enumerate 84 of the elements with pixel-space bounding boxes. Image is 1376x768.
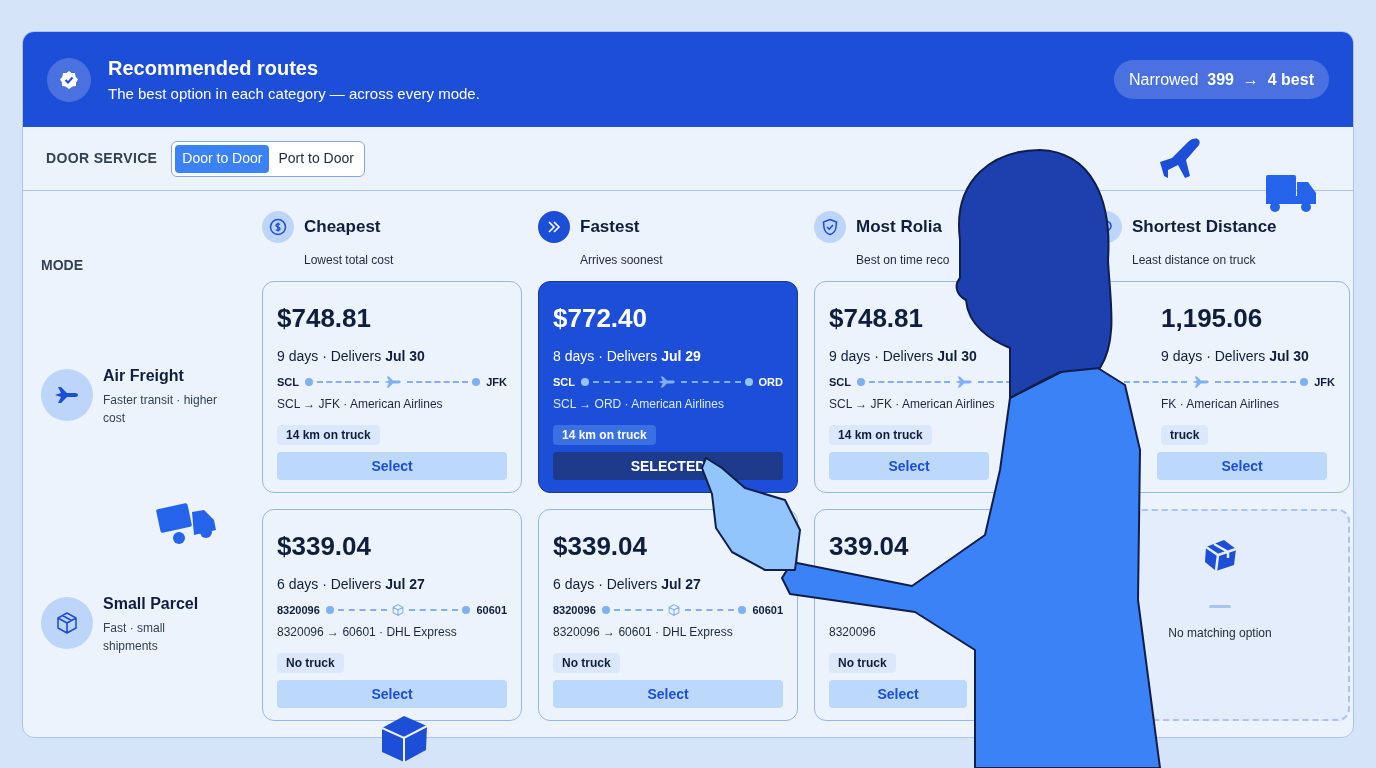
price: 1,195.06 [1161, 302, 1263, 334]
mode-description: Faster transit · higher cost [103, 391, 219, 427]
delivery-schedule: 9 days · Delivers Jul 30 [277, 347, 425, 366]
truck-icon [1266, 175, 1316, 212]
route-line [680, 381, 741, 383]
truck-distance-tag: 14 km on truck [829, 425, 932, 445]
route-line [406, 381, 469, 383]
double-chevron-icon [538, 211, 570, 243]
route-line [685, 609, 735, 611]
route-line [317, 381, 379, 383]
origin-code: 8320096 [277, 602, 320, 618]
destination-code: JFK [1314, 374, 1335, 390]
origin-code: SCL [277, 374, 299, 390]
route-summary: SCL → ORD · American Airlines [553, 396, 724, 413]
truck-distance-tag: 14 km on truck [553, 425, 656, 445]
route-summary: 8320096 [829, 624, 876, 641]
route-summary: SCL → JFK · American Airlines [829, 396, 995, 413]
delivery-schedule: 6 days · Delivers Jul 27 [553, 575, 701, 594]
truck-distance-tag: No truck [553, 653, 620, 673]
category-subtitle: Lowest total cost [304, 252, 394, 269]
delivery-schedule: 9 days · Delivers Jul 30 [829, 347, 977, 366]
delivery-schedule: 8 days · Delivers Jul 29 [553, 347, 701, 366]
route-summary: 8320096 → 60601 · DHL Express [553, 624, 733, 641]
origin-code: SCL [553, 374, 575, 390]
box-icon [391, 603, 406, 617]
price: $772.40 [553, 302, 647, 334]
select-button[interactable]: Select [1157, 452, 1327, 480]
destination-code: JFK [486, 374, 507, 390]
price: $339.04 [277, 530, 371, 562]
category-title: Shortest Distance [1132, 216, 1277, 239]
route-summary: 8320096 → 60601 · DHL Express [277, 624, 457, 641]
category-subtitle: Least distance on truck [1132, 252, 1256, 269]
price: 339.04 [829, 530, 909, 562]
plane-icon [1160, 138, 1200, 178]
box-icon [667, 603, 682, 617]
parcel-box-icon [41, 597, 93, 649]
delivery-schedule: 6 days · Delivers Jul 27 [277, 575, 425, 594]
truck-distance-tag: 14 km on truck [277, 425, 380, 445]
truck-icon [155, 502, 216, 544]
route-line [593, 381, 653, 383]
price: $339.04 [553, 530, 647, 562]
select-button[interactable]: Select [829, 680, 967, 708]
route-line [409, 609, 459, 611]
shield-check-icon [814, 211, 846, 243]
delivery-schedule: 9 days · Delivers Jul 30 [1161, 347, 1309, 366]
select-button[interactable]: Select [553, 680, 783, 708]
select-button[interactable]: Select [277, 452, 507, 480]
selected-button[interactable]: SELECTED [553, 452, 783, 480]
filter-label: DOOR SERVICE [46, 149, 158, 168]
header-title: Recommended routes [108, 55, 320, 80]
route-summary: SCL → JFK · American Airlines [277, 396, 443, 413]
filter-tab[interactable]: Port to Door [271, 144, 361, 173]
origin-code: SCL [829, 374, 851, 390]
route-line [613, 609, 664, 611]
category-subtitle: Best on time reco [856, 252, 950, 269]
column-heading: MODE [41, 256, 83, 275]
category-subtitle: Arrives soonest [580, 252, 663, 269]
select-button[interactable]: Select [277, 680, 507, 708]
verified-icon [47, 57, 91, 102]
mode-name: Small Parcel [103, 593, 200, 614]
dollar-icon [262, 211, 294, 243]
origin-code: 8320096 [553, 602, 596, 618]
mode-name: Air Freight [103, 365, 185, 386]
category-title: Fastest [580, 216, 640, 239]
header-subtitle: The best option in each category — across every mode. [108, 83, 480, 104]
category-title: Most Rolia [856, 216, 942, 239]
truck-distance-tag: truck [1161, 425, 1209, 445]
plane-icon [954, 375, 974, 389]
select-button[interactable]: Select [829, 452, 989, 480]
route-summary: FK · American Airlines [1161, 396, 1280, 413]
truck-distance-tag: No truck [829, 653, 896, 673]
filter-tab[interactable]: Door to Door [175, 144, 270, 173]
price: $748.81 [277, 302, 371, 334]
destination-code: 60601 [752, 602, 783, 618]
empty-message: No matching option [1168, 625, 1272, 642]
truck-distance-tag: No truck [277, 653, 344, 673]
destination-code: ORD [758, 374, 783, 390]
airplane-icon [41, 369, 93, 421]
route-line [337, 609, 388, 611]
category-title: Cheapest [304, 216, 381, 239]
destination-code: 60601 [476, 602, 507, 618]
price: $748.81 [829, 302, 923, 334]
summary-badge: Narrowed 399 → 4 best [1114, 60, 1329, 99]
mode-description: Fast · small shipments [103, 619, 166, 655]
